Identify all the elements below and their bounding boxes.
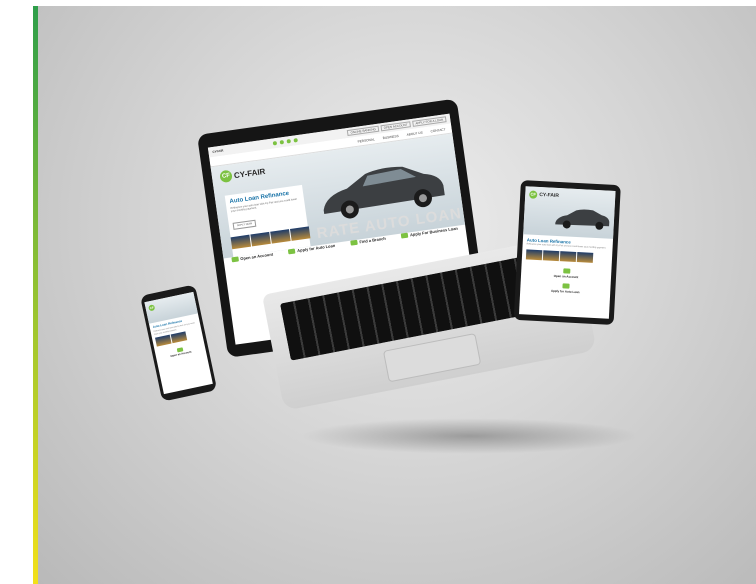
tablet-screen: CF CY-FAIR Auto Loan Refinance Refinance… [518,186,616,319]
logo-mark: CF [148,304,156,312]
logo-text: CY-FAIR [539,191,560,200]
nav-item: BUSINESS [382,133,399,140]
thumbnail [576,252,594,263]
tablet-feature: Open an Account [521,266,611,281]
logo-mark: CF [219,169,233,184]
nav-item: CONTACT [430,126,446,133]
feature-label: Apply for Auto Loan [550,288,580,295]
topbar-brand: CYFAIR [212,148,224,154]
laptop-shadow [300,418,640,454]
thumbnail [170,331,188,344]
social-icon [293,138,299,143]
hero-button: APPLY NOW [232,219,257,230]
feature-label: Open an Account [170,350,192,359]
tablet: CF CY-FAIR Auto Loan Refinance Refinance… [513,180,621,326]
feature-icon [400,232,409,239]
thumbnail [525,249,543,261]
social-icon [272,140,278,146]
thumbnail [542,250,560,262]
social-icon [286,139,292,144]
social-icons [272,138,299,146]
thumbnail [155,334,172,347]
nav-item: ABOUT US [406,130,423,137]
logo-text: CY-FAIR [233,166,266,180]
tablet-feature: Apply for Auto Loan [520,281,610,296]
feature-icon [350,239,358,246]
site-logo: CF CY-FAIR [219,165,266,184]
tablet-logo: CF CY-FAIR [529,190,559,200]
nav-item: PERSONAL [357,136,375,144]
thumbnail [559,251,577,262]
logo-mark: CF [529,190,538,199]
feature-label: Open an Account [553,273,579,280]
social-icon [279,139,285,145]
feature-icon [562,268,570,274]
feature-icon [561,283,570,289]
feature-icon [231,256,239,263]
mockup-scene: CYFAIR ONLINE BANKING OPEN ACCOUNT APPLY… [0,0,756,584]
feature-icon [287,248,296,255]
tablet-hero: CF CY-FAIR [523,186,616,239]
car-image [555,209,610,230]
